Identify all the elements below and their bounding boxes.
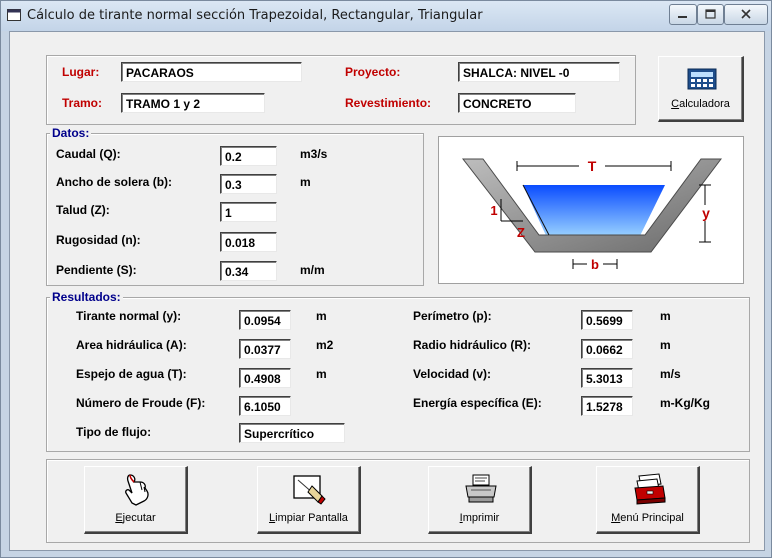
espejo-field[interactable]: 0.4908 (239, 368, 291, 388)
revestimiento-field[interactable]: CONCRETO (458, 93, 576, 113)
window-title: Cálculo de tirante normal sección Trapez… (27, 8, 483, 23)
limpiar-pantalla-button[interactable]: Limpiar Pantalla (257, 466, 361, 534)
perimetro-label: Perímetro (p): (413, 309, 492, 323)
velocidad-label: Velocidad (v): (413, 367, 492, 381)
limpiar-label: impiar Pantalla (275, 512, 348, 524)
froude-label: Número de Froude (F): (76, 396, 206, 410)
caudal-label: Caudal (Q): (56, 147, 121, 161)
energia-label: Energía específica (E): (413, 396, 542, 410)
ancho-unit: m (300, 175, 311, 189)
menu-principal-button[interactable]: Menú Principal (596, 466, 700, 534)
area-field[interactable]: 0.0377 (239, 339, 291, 359)
resultados-title: Resultados: (50, 290, 123, 304)
ancho-label: Ancho de solera (b): (56, 175, 173, 189)
label-b: b (591, 257, 599, 272)
app-icon (7, 9, 21, 21)
pendiente-unit: m/m (300, 263, 325, 277)
hand-pointer-icon (125, 474, 149, 506)
maximize-button[interactable] (697, 4, 724, 25)
tipo-flujo-field[interactable]: Supercrítico (239, 423, 345, 443)
talud-field[interactable]: 1 (220, 202, 277, 222)
tirante-label: Tirante normal (y): (76, 309, 182, 323)
caudal-field[interactable]: 0.2 (220, 146, 277, 166)
imprimir-button[interactable]: Imprimir (428, 466, 532, 534)
imprimir-label: mprimir (462, 512, 500, 524)
tirante-unit: m (316, 309, 327, 323)
caudal-unit: m3/s (300, 147, 328, 161)
rugosidad-label: Rugosidad (n): (56, 233, 141, 247)
label-1: 1 (490, 203, 497, 218)
close-button[interactable] (724, 4, 768, 25)
label-T: T (588, 158, 597, 174)
proyecto-field[interactable]: SHALCA: NIVEL -0 (458, 62, 620, 82)
eraser-icon (293, 475, 326, 505)
pendiente-field[interactable]: 0.34 (220, 261, 277, 281)
label-y: y (702, 205, 710, 221)
app-window: Cálculo de tirante normal sección Trapez… (0, 0, 772, 558)
area-unit: m2 (316, 338, 334, 352)
espejo-label: Espejo de agua (T): (76, 367, 187, 381)
proyecto-label: Proyecto: (345, 65, 401, 79)
velocidad-unit: m/s (660, 367, 681, 381)
minimize-icon (678, 16, 687, 18)
talud-label: Talud (Z): (56, 203, 110, 217)
calculadora-label: alculadora (679, 98, 730, 110)
energia-field[interactable]: 1.5278 (581, 396, 633, 416)
menu-mnemonic: M (611, 512, 621, 524)
ejecutar-label: jecutar (122, 512, 156, 524)
revestimiento-label: Revestimiento: (345, 96, 432, 110)
rugosidad-field[interactable]: 0.018 (220, 232, 277, 252)
lugar-label: Lugar: (62, 65, 100, 79)
card-file-icon (634, 473, 666, 505)
perimetro-unit: m (660, 309, 671, 323)
tirante-field[interactable]: 0.0954 (239, 310, 291, 330)
tipo-flujo-label: Tipo de flujo: (76, 425, 152, 439)
ancho-field[interactable]: 0.3 (220, 174, 277, 194)
espejo-unit: m (316, 367, 327, 381)
radio-label: Radio hidráulico (R): (413, 338, 531, 352)
tramo-field[interactable]: TRAMO 1 y 2 (121, 93, 265, 113)
calculadora-button[interactable]: Calculadora (658, 56, 744, 122)
energia-unit: m-Kg/Kg (660, 396, 710, 410)
minimize-button[interactable] (669, 4, 697, 25)
velocidad-field[interactable]: 5.3013 (581, 368, 633, 388)
froude-field[interactable]: 6.1050 (239, 396, 291, 416)
ejecutar-mnemonic: E (115, 512, 123, 524)
close-icon (741, 9, 751, 19)
printer-icon (465, 474, 497, 503)
datos-title: Datos: (50, 126, 92, 140)
trapezoid-section-svg: T y 1 Z b (461, 158, 723, 272)
maximize-icon (705, 9, 716, 19)
water-area (523, 185, 665, 242)
radio-field[interactable]: 0.0662 (581, 339, 633, 359)
radio-unit: m (660, 338, 671, 352)
area-label: Area hidráulica (A): (76, 338, 187, 352)
channel-diagram: T y 1 Z b (438, 136, 744, 284)
form-client-area: Lugar: PACARAOS Tramo: TRAMO 1 y 2 Proye… (9, 31, 765, 551)
ejecutar-button[interactable]: Ejecutar (84, 466, 188, 534)
calculator-icon (687, 68, 717, 90)
menu-label: enú Principal (620, 512, 684, 524)
label-Z: Z (517, 225, 525, 240)
perimetro-field[interactable]: 0.5699 (581, 310, 633, 330)
pendiente-label: Pendiente (S): (56, 263, 137, 277)
tramo-label: Tramo: (62, 96, 103, 110)
calculadora-mnemonic: C (671, 98, 680, 110)
lugar-field[interactable]: PACARAOS (121, 62, 302, 82)
title-bar[interactable]: Cálculo de tirante normal sección Trapez… (1, 1, 771, 31)
